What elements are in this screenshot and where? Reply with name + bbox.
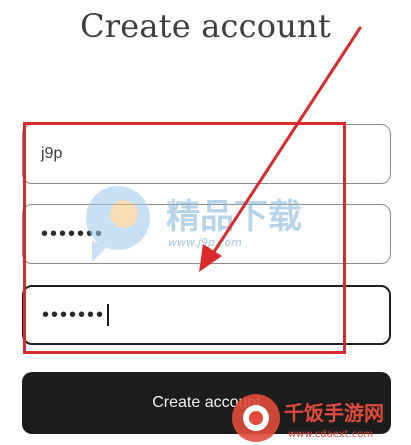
confirm-password-field[interactable]: ••••••• — [22, 285, 391, 345]
username-value: j9p — [41, 145, 63, 162]
password-value: ••••••• — [41, 222, 105, 245]
create-account-button[interactable]: Create account — [22, 372, 391, 434]
confirm-password-content: ••••••• — [42, 287, 110, 343]
text-caret — [107, 304, 110, 326]
page-title: Create account — [80, 7, 331, 45]
username-field[interactable]: j9p — [22, 124, 391, 184]
confirm-password-value: ••••••• — [42, 303, 106, 326]
password-field[interactable]: ••••••• — [22, 204, 391, 264]
